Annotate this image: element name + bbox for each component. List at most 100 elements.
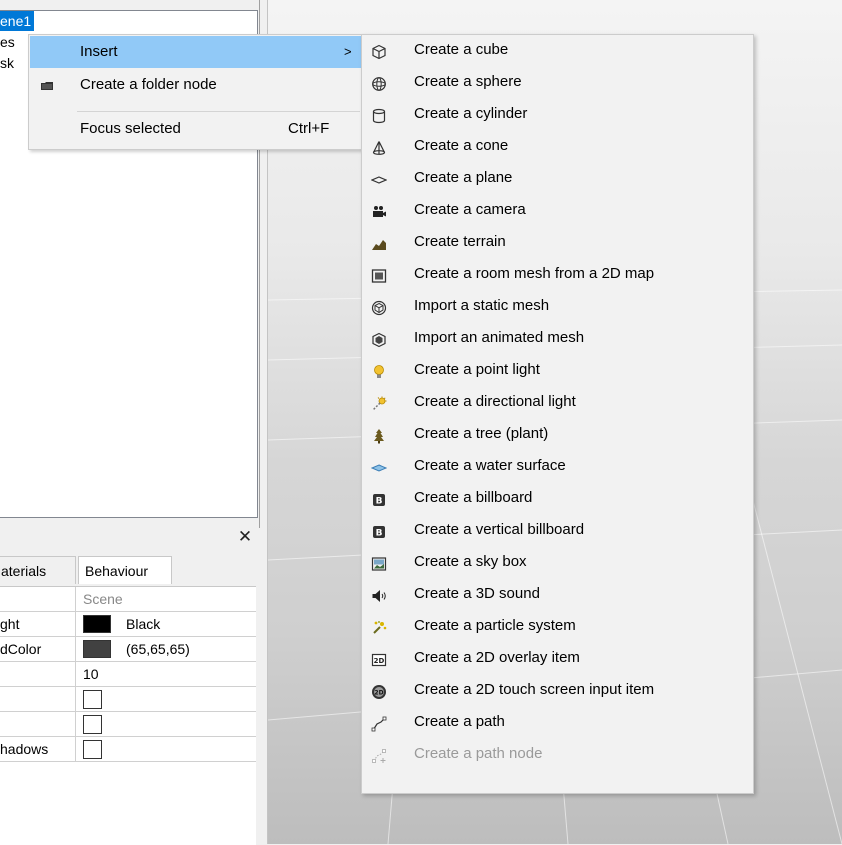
menu-item-create-room-mesh[interactable]: Create a room mesh from a 2D map: [363, 260, 752, 292]
tree-item[interactable]: sk: [0, 53, 14, 73]
property-checkbox[interactable]: [83, 740, 102, 759]
tab-materials[interactable]: aterials: [0, 556, 76, 584]
menu-item-create-terrain[interactable]: Create terrain: [363, 228, 752, 260]
menu-item-create-folder-node[interactable]: Create a folder node: [30, 69, 361, 101]
path-icon: [371, 716, 387, 732]
menu-item-create-sky-box[interactable]: Create a sky box: [363, 548, 752, 580]
property-checkbox[interactable]: [83, 690, 102, 709]
menu-item-label: Create a 2D touch screen input item: [414, 681, 655, 698]
menu-item-label: Create a point light: [414, 361, 540, 378]
svg-text:2D: 2D: [374, 690, 383, 697]
menu-item-create-path-node[interactable]: Create a path node: [363, 740, 752, 772]
tree-item-scene[interactable]: ene1: [0, 11, 35, 31]
property-row: ght Black: [0, 612, 256, 637]
plane-icon: [371, 172, 387, 188]
property-name: [0, 662, 76, 686]
color-swatch[interactable]: [83, 615, 111, 633]
menu-item-label: Create a folder node: [80, 76, 217, 93]
menu-item-label: Insert: [80, 43, 118, 60]
property-name: hadows: [0, 737, 76, 761]
menu-item-label: Create a sky box: [414, 553, 527, 570]
touch-input-2d-icon: 2D: [371, 684, 387, 700]
menu-item-create-camera[interactable]: Create a camera: [363, 196, 752, 228]
menu-item-label: Create a 3D sound: [414, 585, 540, 602]
menu-item-create-point-light[interactable]: Create a point light: [363, 356, 752, 388]
menu-item-create-plane[interactable]: Create a plane: [363, 164, 752, 196]
room-mesh-icon: [371, 268, 387, 284]
property-name: [0, 587, 76, 611]
property-row: dColor (65,65,65): [0, 637, 256, 662]
camera-icon: [371, 204, 387, 220]
insert-submenu: Create a cube Create a sphere Create a c…: [361, 34, 754, 794]
menu-item-create-2d-overlay[interactable]: 2D Create a 2D overlay item: [363, 644, 752, 676]
property-value[interactable]: Black: [126, 612, 160, 636]
menu-item-label: Create a cylinder: [414, 105, 528, 122]
menu-item-label: Focus selected: [80, 120, 181, 137]
menu-item-label: Create a path node: [414, 745, 543, 762]
property-name: [0, 712, 76, 736]
menu-item-label: Create a particle system: [414, 617, 576, 634]
cone-icon: [371, 140, 387, 156]
menu-item-create-particle-system[interactable]: Create a particle system: [363, 612, 752, 644]
menu-item-create-cylinder[interactable]: Create a cylinder: [363, 100, 752, 132]
property-value[interactable]: 10: [83, 662, 99, 686]
overlay-2d-icon: 2D: [371, 652, 387, 668]
static-mesh-icon: [371, 300, 387, 316]
menu-item-import-static-mesh[interactable]: Import a static mesh: [363, 292, 752, 324]
property-row: hadows: [0, 737, 256, 762]
menu-item-create-directional-light[interactable]: Create a directional light: [363, 388, 752, 420]
close-icon[interactable]: ✕: [236, 528, 254, 546]
property-value[interactable]: Scene: [83, 587, 123, 611]
menu-item-create-cube[interactable]: Create a cube: [363, 36, 752, 68]
path-node-icon: [371, 748, 387, 764]
property-checkbox[interactable]: [83, 715, 102, 734]
menu-item-create-tree[interactable]: Create a tree (plant): [363, 420, 752, 452]
tree-item[interactable]: es: [0, 32, 15, 52]
menu-item-label: Create a cube: [414, 41, 509, 58]
menu-item-create-water-surface[interactable]: Create a water surface: [363, 452, 752, 484]
svg-text:B: B: [376, 529, 383, 539]
sky-box-icon: [371, 556, 387, 572]
property-value[interactable]: (65,65,65): [126, 637, 190, 661]
property-name: [0, 687, 76, 711]
property-row: Scene: [0, 587, 256, 612]
menu-item-label: Create a room mesh from a 2D map: [414, 265, 655, 282]
menu-item-create-cone[interactable]: Create a cone: [363, 132, 752, 164]
property-name: ght: [0, 612, 76, 636]
menu-item-create-billboard[interactable]: B Create a billboard: [363, 484, 752, 516]
menu-item-create-3d-sound[interactable]: Create a 3D sound: [363, 580, 752, 612]
properties-panel: ✕ aterials Behaviour Scene ght Black dCo…: [0, 528, 260, 845]
tree-icon: [371, 428, 387, 444]
menu-item-create-2d-touch-input[interactable]: 2D Create a 2D touch screen input item: [363, 676, 752, 708]
chevron-right-icon: >: [344, 44, 352, 59]
folder-icon: [41, 82, 53, 90]
cube-icon: [371, 44, 387, 60]
menu-item-label: Create a tree (plant): [414, 425, 549, 442]
svg-text:2D: 2D: [374, 657, 385, 665]
menu-item-label: Create a cone: [414, 137, 509, 154]
menu-item-import-animated-mesh[interactable]: Import an animated mesh: [363, 324, 752, 356]
menu-item-label: Create a camera: [414, 201, 526, 218]
property-name: dColor: [0, 637, 76, 661]
property-row: 10: [0, 662, 256, 687]
menu-item-label: Create a billboard: [414, 489, 533, 506]
property-grid: Scene ght Black dColor (65,65,65) 10 had…: [0, 586, 256, 845]
color-swatch[interactable]: [83, 640, 111, 658]
menu-item-focus-selected[interactable]: Focus selected Ctrl+F: [30, 113, 361, 145]
speaker-icon: [371, 588, 387, 604]
sphere-icon: [371, 76, 387, 92]
menu-item-label: Create terrain: [414, 233, 506, 250]
menu-item-create-vertical-billboard[interactable]: B Create a vertical billboard: [363, 516, 752, 548]
menu-item-insert[interactable]: Insert >: [30, 36, 361, 68]
svg-text:B: B: [376, 497, 383, 507]
menu-item-label: Create a plane: [414, 169, 513, 186]
vertical-billboard-icon: B: [371, 524, 387, 540]
tab-behaviour[interactable]: Behaviour: [78, 556, 172, 584]
menu-item-create-path[interactable]: Create a path: [363, 708, 752, 740]
menu-item-create-sphere[interactable]: Create a sphere: [363, 68, 752, 100]
animated-mesh-icon: [371, 332, 387, 348]
cylinder-icon: [371, 108, 387, 124]
menu-separator: [77, 111, 360, 112]
context-menu: Insert > Create a folder node Focus sele…: [28, 34, 363, 150]
water-surface-icon: [371, 460, 387, 476]
